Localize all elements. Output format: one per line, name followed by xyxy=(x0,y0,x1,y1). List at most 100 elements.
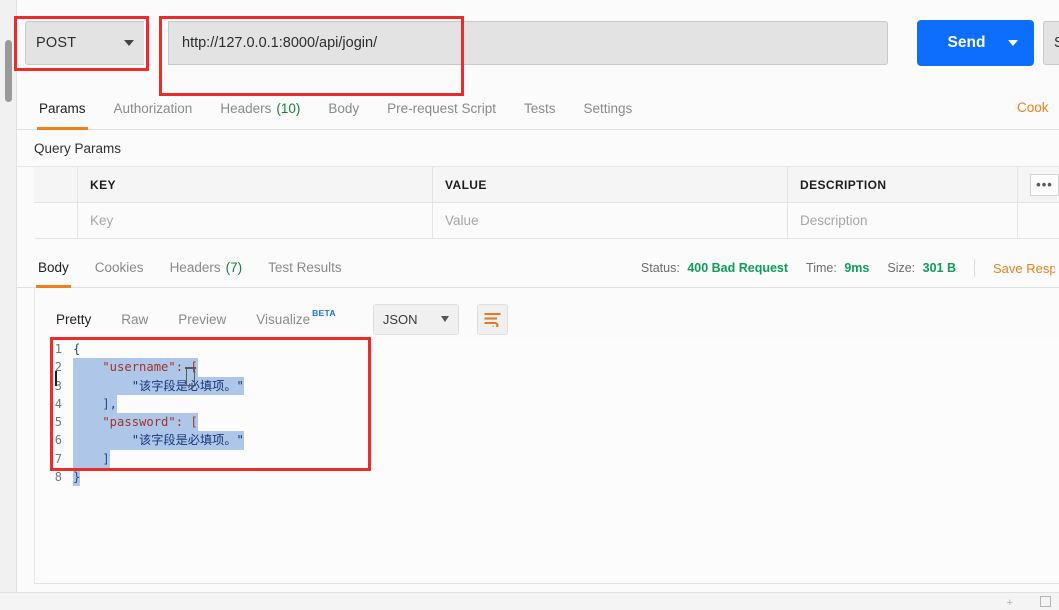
status-badge: Status: 400 Bad Request xyxy=(641,261,788,275)
line-content: "该字段是必填项。" xyxy=(73,376,244,395)
status-value: 400 Bad Request xyxy=(687,261,789,275)
bottom-divider xyxy=(34,583,1059,584)
response-viewer-toolbar: Pretty Raw Preview Visualize BETA JSON xyxy=(41,302,1059,336)
time-badge: Time: 9ms xyxy=(806,261,869,275)
ibeam-cursor-icon xyxy=(185,367,196,386)
column-header-description: DESCRIPTION xyxy=(788,167,1018,202)
column-header-value: VALUE xyxy=(433,167,788,202)
tab-label: Raw xyxy=(121,311,149,327)
line-number: 8 xyxy=(54,470,62,485)
code-line: 8 } xyxy=(41,468,1059,487)
tab-label: Pretty xyxy=(56,311,92,327)
size-badge: Size: 301 B xyxy=(887,261,956,275)
left-rail xyxy=(0,0,17,610)
code-line: 1 { xyxy=(41,340,1059,358)
column-header-key: KEY xyxy=(78,167,433,202)
param-description-input[interactable]: Description xyxy=(788,203,1018,238)
beta-badge: BETA xyxy=(312,308,336,318)
line-number: 6 xyxy=(54,433,62,448)
request-url-input[interactable]: http://127.0.0.1:8000/api/jogin/ xyxy=(168,21,888,65)
line-content: "该字段是必填项。" xyxy=(73,431,244,450)
tab-label: Cookies xyxy=(94,260,144,275)
code-line: 5 "password": [ xyxy=(41,413,1059,432)
tab-label: Pre-request Script xyxy=(387,101,496,116)
code-line: 6 "该字段是必填项。" xyxy=(41,431,1059,450)
chevron-down-icon xyxy=(124,40,134,46)
tab-count: (7) xyxy=(225,260,243,275)
line-number: 4 xyxy=(54,396,62,411)
line-content: ], xyxy=(73,394,118,414)
row-options-cell xyxy=(1018,203,1059,238)
param-value-input[interactable]: Value xyxy=(433,203,788,238)
table-row: Key Value Description xyxy=(34,203,1059,239)
query-params-table: KEY VALUE DESCRIPTION ••• Key Value Desc… xyxy=(34,167,1059,239)
line-content: "password": [ xyxy=(73,413,198,432)
viewer-tab-preview[interactable]: Preview xyxy=(163,302,241,336)
send-button-label: Send xyxy=(947,34,986,51)
row-checkbox-gutter xyxy=(34,167,78,202)
tab-authorization[interactable]: Authorization xyxy=(100,88,207,130)
response-tab-test-results[interactable]: Test Results xyxy=(255,248,355,288)
viewer-tab-pretty[interactable]: Pretty xyxy=(41,302,106,336)
response-tab-cookies[interactable]: Cookies xyxy=(82,248,157,288)
tab-pre-request-script[interactable]: Pre-request Script xyxy=(373,88,510,130)
response-format-value: JSON xyxy=(382,311,418,327)
tab-label: Settings xyxy=(583,101,633,116)
response-format-select[interactable]: JSON xyxy=(372,303,459,335)
json-code-block: 1 { 2 "username": [ 3 "该字段是必填项。" 4 ], 5 … xyxy=(41,340,1059,487)
save-button[interactable]: Sa xyxy=(1043,21,1059,65)
line-number: 5 xyxy=(54,415,62,430)
save-response-link[interactable]: Save Resp xyxy=(993,261,1055,276)
response-tab-bar: Body Cookies Headers (7) Test Results St… xyxy=(17,248,1059,288)
line-content: { xyxy=(73,342,81,356)
table-options-cell: ••• xyxy=(1018,167,1059,202)
tab-label: Visualize xyxy=(256,311,311,327)
ellipsis-menu-icon[interactable]: ••• xyxy=(1030,173,1059,196)
send-options-chevron-icon[interactable] xyxy=(1008,40,1018,46)
wrap-text-icon[interactable] xyxy=(476,303,508,335)
meta-divider xyxy=(974,259,975,277)
http-method-select[interactable]: POST xyxy=(25,21,144,65)
tab-label: Body xyxy=(38,260,69,275)
cookies-link[interactable]: Cook xyxy=(1017,100,1059,115)
tab-headers[interactable]: Headers (10) xyxy=(206,88,314,130)
tab-label: Authorization xyxy=(113,101,193,116)
tab-label: Test Results xyxy=(268,260,342,275)
tab-body[interactable]: Body xyxy=(314,88,373,130)
send-button[interactable]: Send xyxy=(917,20,1034,66)
line-number: 1 xyxy=(54,342,62,356)
code-line: 7 ] xyxy=(41,449,1059,469)
tab-label: Params xyxy=(39,101,86,116)
time-label: Time: xyxy=(806,261,837,275)
viewer-tab-raw[interactable]: Raw xyxy=(106,302,163,336)
line-number: 7 xyxy=(54,451,62,466)
text-caret xyxy=(55,371,57,386)
tab-label: Body xyxy=(328,101,360,116)
vertical-scrollbar-thumb[interactable] xyxy=(5,40,12,102)
response-tab-body[interactable]: Body xyxy=(25,248,82,288)
tab-label: Tests xyxy=(523,101,556,116)
response-tab-headers[interactable]: Headers (7) xyxy=(157,248,256,288)
viewer-left-edge xyxy=(34,288,35,583)
code-line: 4 ], xyxy=(41,394,1059,414)
row-checkbox-gutter[interactable] xyxy=(34,203,78,238)
tab-label: Headers xyxy=(220,101,272,116)
layout-toggle-icon[interactable] xyxy=(1040,596,1051,607)
http-method-value: POST xyxy=(36,35,77,51)
tab-settings[interactable]: Settings xyxy=(569,88,646,130)
main-panel: POST http://127.0.0.1:8000/api/jogin/ Se… xyxy=(17,0,1059,610)
chevron-down-icon xyxy=(440,316,449,322)
time-value: 9ms xyxy=(844,261,870,275)
param-key-input[interactable]: Key xyxy=(78,203,433,238)
tab-tests[interactable]: Tests xyxy=(510,88,570,130)
tab-params[interactable]: Params xyxy=(25,88,100,130)
line-number: 3 xyxy=(54,378,62,393)
response-meta: Status: 400 Bad Request Time: 9ms Size: … xyxy=(641,248,1059,288)
status-bar: + xyxy=(0,592,1059,610)
plus-icon[interactable]: + xyxy=(1007,597,1013,609)
status-label: Status: xyxy=(640,261,680,275)
tab-label: Preview xyxy=(178,311,227,327)
postman-window: POST http://127.0.0.1:8000/api/jogin/ Se… xyxy=(0,0,1059,610)
size-label: Size: xyxy=(887,261,916,275)
viewer-tab-visualize[interactable]: Visualize BETA xyxy=(241,302,349,336)
